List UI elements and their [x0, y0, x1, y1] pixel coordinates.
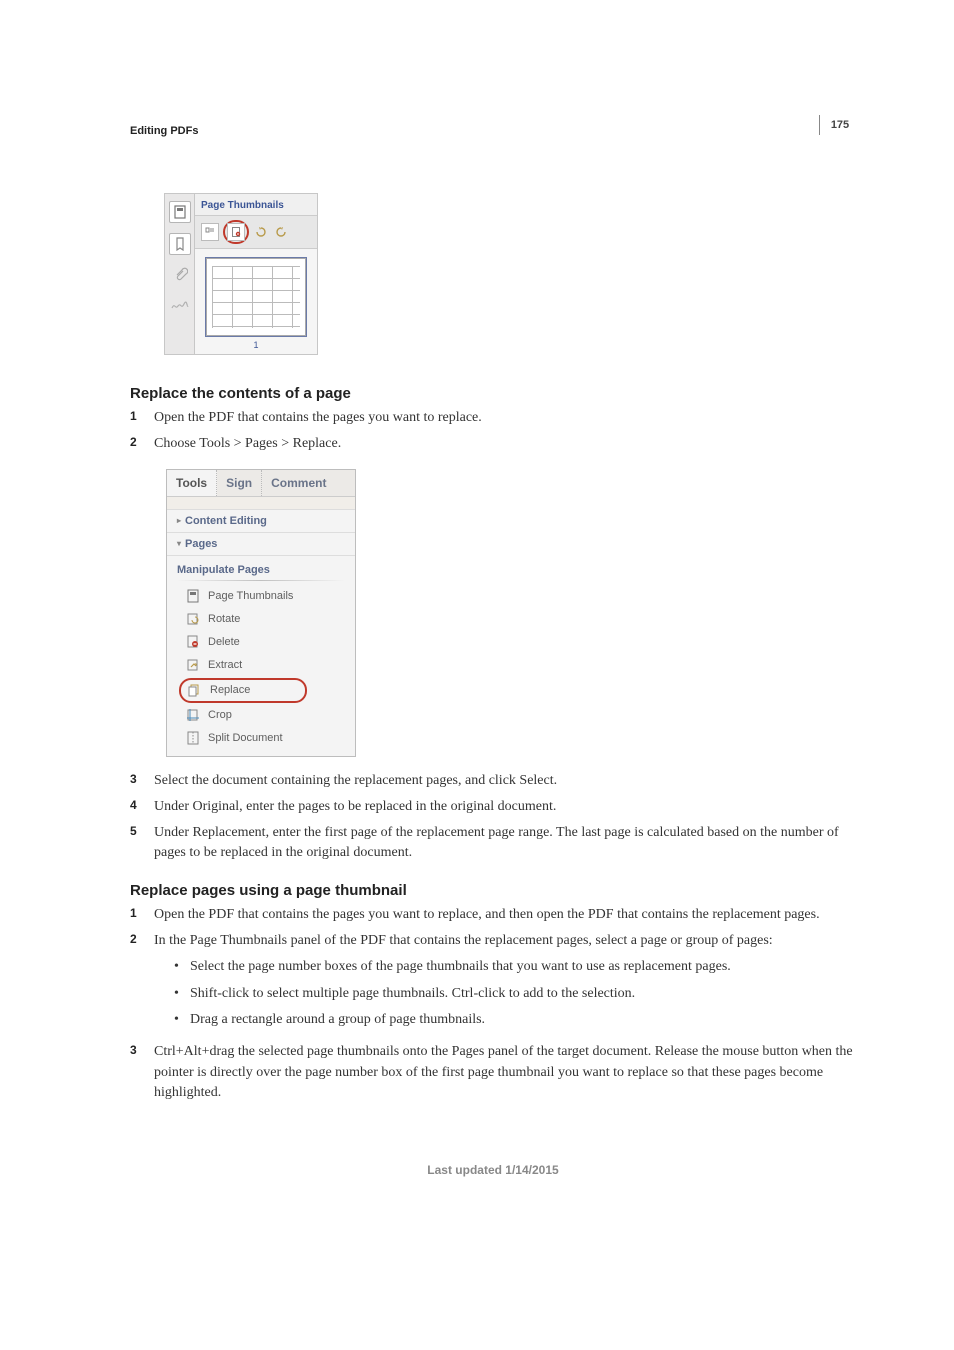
heading-replace-contents: Replace the contents of a page [130, 385, 856, 402]
attachment-icon [170, 265, 190, 285]
step-text: Open the PDF that contains the pages you… [154, 408, 856, 428]
section-manipulate-pages: Manipulate Pages [167, 556, 355, 580]
page-thumbnail [205, 257, 307, 337]
delete-icon [185, 635, 200, 650]
step-text: Choose Tools > Pages > Replace. [154, 434, 856, 454]
delete-page-icon [227, 223, 245, 241]
rotate-cw-icon [253, 224, 269, 240]
substep-item: Select the page number boxes of the page… [174, 957, 856, 977]
step-text: Open the PDF that contains the pages you… [154, 905, 856, 925]
step-item: 3Ctrl+Alt+drag the selected page thumbna… [130, 1042, 856, 1103]
signature-icon [170, 295, 190, 315]
item-label: Replace [210, 684, 250, 696]
figure-tools-panel: Tools Sign Comment ▸ Content Editing ▾ P… [166, 469, 856, 757]
step-item: 1Open the PDF that contains the pages yo… [130, 905, 856, 925]
thumbnail-page-number: 1 [201, 340, 311, 350]
footer-last-updated: Last updated 1/14/2015 [130, 1163, 856, 1177]
item-label: Crop [208, 709, 232, 721]
item-label: Delete [208, 636, 240, 648]
item-rotate: Rotate [167, 608, 355, 631]
step-text: Under Original, enter the pages to be re… [154, 797, 856, 817]
step-text: Select the document containing the repla… [154, 771, 856, 791]
thumbnails-panel-title: Page Thumbnails [195, 194, 317, 216]
section-header: Editing PDFs [130, 125, 856, 137]
item-extract: Extract [167, 654, 355, 677]
crop-icon [185, 708, 200, 723]
options-icon [201, 223, 219, 241]
item-page-thumbnails: Page Thumbnails [167, 585, 355, 608]
tab-tools: Tools [167, 470, 217, 496]
row-label: Content Editing [185, 515, 267, 527]
item-replace-highlighted: Replace [179, 678, 307, 703]
substep-text: Drag a rectangle around a group of page … [190, 1010, 485, 1030]
item-crop: Crop [167, 704, 355, 727]
substep-item: Drag a rectangle around a group of page … [174, 1010, 856, 1030]
extract-icon [185, 658, 200, 673]
page-thumbnails-icon [169, 201, 191, 223]
expanded-arrow-icon: ▾ [177, 539, 181, 548]
highlighted-toolbar-button [223, 220, 249, 244]
substep-text: Shift-click to select multiple page thum… [190, 984, 635, 1004]
heading-replace-thumbnail: Replace pages using a page thumbnail [130, 882, 856, 899]
collapsed-arrow-icon: ▸ [177, 516, 181, 525]
bookmark-icon [169, 233, 191, 255]
step-item: 5Under Replacement, enter the first page… [130, 823, 856, 864]
item-label: Extract [208, 659, 242, 671]
tab-sign: Sign [217, 470, 262, 496]
step-item: 3Select the document containing the repl… [130, 771, 856, 791]
substep-item: Shift-click to select multiple page thum… [174, 984, 856, 1004]
figure-thumbnails-panel: Page Thumbnails [164, 193, 856, 355]
step-item: 2Choose Tools > Pages > Replace. [130, 434, 856, 454]
item-split-document: Split Document [167, 727, 355, 756]
substep-text: Select the page number boxes of the page… [190, 957, 731, 977]
split-document-icon [185, 731, 200, 746]
rotate-icon [185, 612, 200, 627]
item-label: Rotate [208, 613, 240, 625]
row-label: Pages [185, 538, 217, 550]
step-text: In the Page Thumbnails panel of the PDF … [154, 933, 773, 948]
item-label: Split Document [208, 732, 283, 744]
step-item: 4Under Original, enter the pages to be r… [130, 797, 856, 817]
rotate-ccw-icon [273, 224, 289, 240]
step-item: 2 In the Page Thumbnails panel of the PD… [130, 931, 856, 1036]
row-pages: ▾ Pages [167, 533, 355, 556]
tab-comment: Comment [262, 470, 335, 496]
step-item: 1Open the PDF that contains the pages yo… [130, 408, 856, 428]
page-number: 175 [819, 115, 856, 135]
item-label: Page Thumbnails [208, 590, 293, 602]
step-text: Ctrl+Alt+drag the selected page thumbnai… [154, 1042, 856, 1103]
page-thumbnails-icon [185, 589, 200, 604]
item-delete: Delete [167, 631, 355, 654]
replace-icon [187, 683, 202, 698]
step-text: Under Replacement, enter the first page … [154, 823, 856, 864]
row-content-editing: ▸ Content Editing [167, 510, 355, 533]
